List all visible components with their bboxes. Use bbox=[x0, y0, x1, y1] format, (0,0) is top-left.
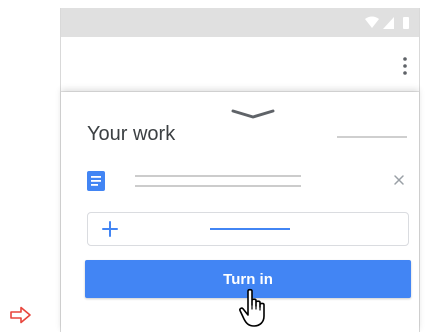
add-work-button[interactable] bbox=[87, 212, 409, 246]
battery-icon bbox=[403, 17, 409, 29]
arrow-right-outline-icon bbox=[10, 306, 31, 324]
status-icons bbox=[365, 16, 409, 29]
your-work-sheet: Your work Turn in bbox=[61, 92, 419, 332]
chevron-down-icon[interactable] bbox=[231, 108, 275, 120]
phone-screen: Your work Turn in bbox=[60, 8, 420, 332]
google-docs-icon bbox=[87, 171, 105, 191]
add-placeholder-line bbox=[210, 228, 290, 230]
wifi-icon bbox=[365, 16, 379, 28]
your-work-title: Your work bbox=[87, 123, 176, 145]
hand-pointer-cursor-icon bbox=[239, 288, 265, 327]
more-vert-icon[interactable] bbox=[401, 56, 409, 76]
status-bar bbox=[61, 8, 419, 37]
attachment-row[interactable] bbox=[87, 168, 409, 194]
attachment-subtitle-line bbox=[135, 185, 301, 187]
app-bar bbox=[61, 37, 419, 92]
attachment-title-line bbox=[135, 175, 301, 177]
page: Your work Turn in bbox=[0, 0, 425, 332]
close-icon[interactable] bbox=[389, 170, 409, 190]
signal-icon bbox=[383, 17, 394, 29]
plus-icon bbox=[102, 221, 118, 237]
status-placeholder-line bbox=[337, 136, 407, 138]
